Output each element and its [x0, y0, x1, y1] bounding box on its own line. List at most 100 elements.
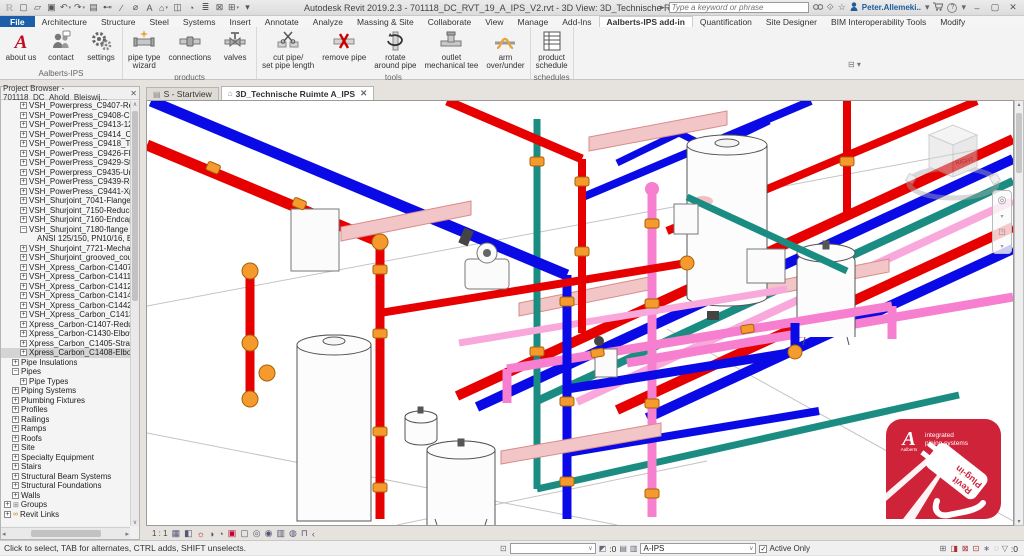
- ribbon-tab-collaborate[interactable]: Collaborate: [421, 16, 478, 27]
- tree-item[interactable]: +Walls: [1, 491, 130, 501]
- ui-window-icon[interactable]: ▢: [17, 1, 30, 14]
- infocenter-collapse-icon[interactable]: ▸: [660, 2, 665, 13]
- tree-item[interactable]: +Profiles: [1, 405, 130, 415]
- redo-icon[interactable]: ↷▾: [73, 1, 86, 14]
- select-underlay-icon[interactable]: ◨: [950, 544, 958, 553]
- redo-icon-dropdown[interactable]: ▾: [83, 5, 86, 11]
- expand-icon[interactable]: +: [4, 501, 11, 508]
- tree-item[interactable]: +Structural Beam Systems: [1, 472, 130, 482]
- tree-item[interactable]: +Xpress_Carbon_C1408-Elbow_PxP: [1, 348, 130, 358]
- expand-icon[interactable]: +: [20, 330, 27, 337]
- expand-icon[interactable]: +: [12, 454, 19, 461]
- expand-icon[interactable]: +: [12, 473, 19, 480]
- ribbon-tab-steel[interactable]: Steel: [143, 16, 176, 27]
- favorites-star-icon[interactable]: ☆: [838, 2, 846, 13]
- steering-wheel-icon[interactable]: ◎: [998, 195, 1007, 206]
- tree-item[interactable]: +VSH_Xpress_Carbon-C1442-Groove: [1, 301, 130, 311]
- expand-icon[interactable]: +: [12, 492, 19, 499]
- collapse-icon[interactable]: −: [12, 368, 19, 375]
- ribbon-tab-add-ins[interactable]: Add-Ins: [555, 16, 598, 27]
- customize-qat-icon[interactable]: ▾: [241, 1, 254, 14]
- expand-icon[interactable]: +: [12, 387, 19, 394]
- tree-item[interactable]: +VSH_Shurjoint_7150-Reducer: [1, 206, 130, 216]
- section-icon[interactable]: ◫: [171, 1, 184, 14]
- show-rendering-icon[interactable]: ◔: [218, 529, 223, 539]
- expand-icon[interactable]: +: [20, 197, 27, 204]
- ribbon-tab-manage[interactable]: Manage: [511, 16, 556, 27]
- tree-item[interactable]: +VSH_PowerPress_C9418_Tee-PxRpx: [1, 139, 130, 149]
- aligned-dimension-icon[interactable]: ∕: [115, 1, 128, 14]
- browser-horizontal-scrollbar[interactable]: ◂▸: [1, 527, 130, 539]
- detail-level-icon[interactable]: ▦: [172, 528, 181, 539]
- expand-icon[interactable]: +: [20, 264, 27, 271]
- zoom-icon[interactable]: ◳: [998, 227, 1006, 236]
- tree-item[interactable]: +Site: [1, 443, 130, 453]
- sun-path-icon[interactable]: ☼: [197, 529, 205, 539]
- ribbon-tab-analyze[interactable]: Analyze: [306, 16, 350, 27]
- view-tab-active[interactable]: ⌂3D_Technische Ruimte A_IPS✕: [221, 86, 374, 100]
- expand-icon[interactable]: +: [12, 359, 19, 366]
- tree-item[interactable]: +VSH_PowerPress_C9441-Xpress_co: [1, 187, 130, 197]
- ribbon-tab-annotate[interactable]: Annotate: [258, 16, 306, 27]
- tree-item[interactable]: +Railings: [1, 415, 130, 425]
- expand-icon[interactable]: +: [4, 511, 11, 518]
- design-options-icon[interactable]: ▤: [619, 544, 627, 553]
- tree-item[interactable]: +Xpress_Carbon-C1430-Elbow-PxR_: [1, 329, 130, 339]
- expand-icon[interactable]: +: [20, 216, 27, 223]
- expand-icon[interactable]: +: [12, 416, 19, 423]
- visual-style-icon[interactable]: ◧: [184, 528, 193, 539]
- navbar-dropdown-icon[interactable]: ▾: [1000, 213, 1003, 220]
- expand-icon[interactable]: +: [20, 178, 27, 185]
- expand-icon[interactable]: +: [20, 378, 27, 385]
- crop-view-icon[interactable]: ▣: [228, 528, 237, 539]
- contact-button[interactable]: contact: [42, 28, 80, 63]
- rotate-pipe-button[interactable]: rotate around pipe: [371, 28, 419, 72]
- tree-item[interactable]: +Specialty Equipment: [1, 453, 130, 463]
- ribbon-tab-insert[interactable]: Insert: [222, 16, 257, 27]
- valves-button[interactable]: valves: [216, 28, 254, 63]
- worksharing-display-icon[interactable]: ⊡: [500, 544, 507, 553]
- show-constraints-icon[interactable]: ⊓: [301, 528, 308, 539]
- select-links-icon[interactable]: ⊞: [940, 544, 947, 553]
- collapse-icon[interactable]: ‹: [312, 529, 315, 539]
- expand-icon[interactable]: +: [20, 112, 27, 119]
- expand-icon[interactable]: +: [20, 254, 27, 261]
- search-icon[interactable]: [813, 3, 823, 13]
- tree-item[interactable]: +VSH_Shurjoint_7160-Endcap: [1, 215, 130, 225]
- select-pinned-icon[interactable]: ⊠: [962, 544, 969, 553]
- expand-icon[interactable]: +: [20, 169, 27, 176]
- tree-item[interactable]: +Xpress_Carbon-C1407-Reducer: [1, 320, 130, 330]
- tree-item[interactable]: +VSH_PowerPress_C9413-12-45_Elb: [1, 120, 130, 130]
- revit-logo[interactable]: R: [3, 1, 16, 14]
- tree-item[interactable]: +ANSI 125/150, PN10/16, BS-10: [1, 234, 130, 244]
- undo-icon[interactable]: ↶▾: [59, 1, 72, 14]
- expand-icon[interactable]: +: [20, 121, 27, 128]
- expand-icon[interactable]: +: [20, 283, 27, 290]
- expand-icon[interactable]: +: [20, 302, 27, 309]
- tree-item[interactable]: −Pipes: [1, 367, 130, 377]
- expand-icon[interactable]: +: [12, 397, 19, 404]
- tree-item[interactable]: +VSH_Shurjoint_7041-Flange adapte: [1, 196, 130, 206]
- expand-icon[interactable]: +: [20, 150, 27, 157]
- subscription-icon[interactable]: ⟐: [827, 2, 834, 13]
- canvas-3d-view[interactable]: RIGHT A Aalberts integrated piping syste…: [146, 100, 1014, 526]
- expand-icon[interactable]: +: [20, 188, 27, 195]
- signed-in-user[interactable]: Peter.Allemeki..: [862, 3, 921, 12]
- ribbon-tab-view[interactable]: View: [478, 16, 510, 27]
- ribbon-tab-site-designer[interactable]: Site Designer: [759, 16, 824, 27]
- tree-item[interactable]: +VSH_Xpress_Carbon_C1413-Elbow_: [1, 310, 130, 320]
- search-input[interactable]: [669, 2, 809, 13]
- drag-on-selection-icon[interactable]: ∗: [983, 544, 990, 553]
- expand-icon[interactable]: +: [12, 482, 19, 489]
- tree-item[interactable]: +Structural Foundations: [1, 481, 130, 491]
- switch-windows-icon[interactable]: ⊞▾: [227, 1, 240, 14]
- close-button[interactable]: ✕: [1006, 2, 1020, 13]
- tree-item[interactable]: +VSH_Powerpress_C9407-Reducer-T: [1, 101, 130, 111]
- scale-indicator[interactable]: 1 : 1: [152, 529, 168, 538]
- ribbon-tab-systems[interactable]: Systems: [176, 16, 223, 27]
- expand-icon[interactable]: +: [20, 245, 27, 252]
- expand-icon[interactable]: +: [20, 321, 27, 328]
- text-icon[interactable]: A: [143, 1, 156, 14]
- expand-icon[interactable]: +: [12, 444, 19, 451]
- pipe-wizard-button[interactable]: pipe type wizard: [125, 28, 163, 72]
